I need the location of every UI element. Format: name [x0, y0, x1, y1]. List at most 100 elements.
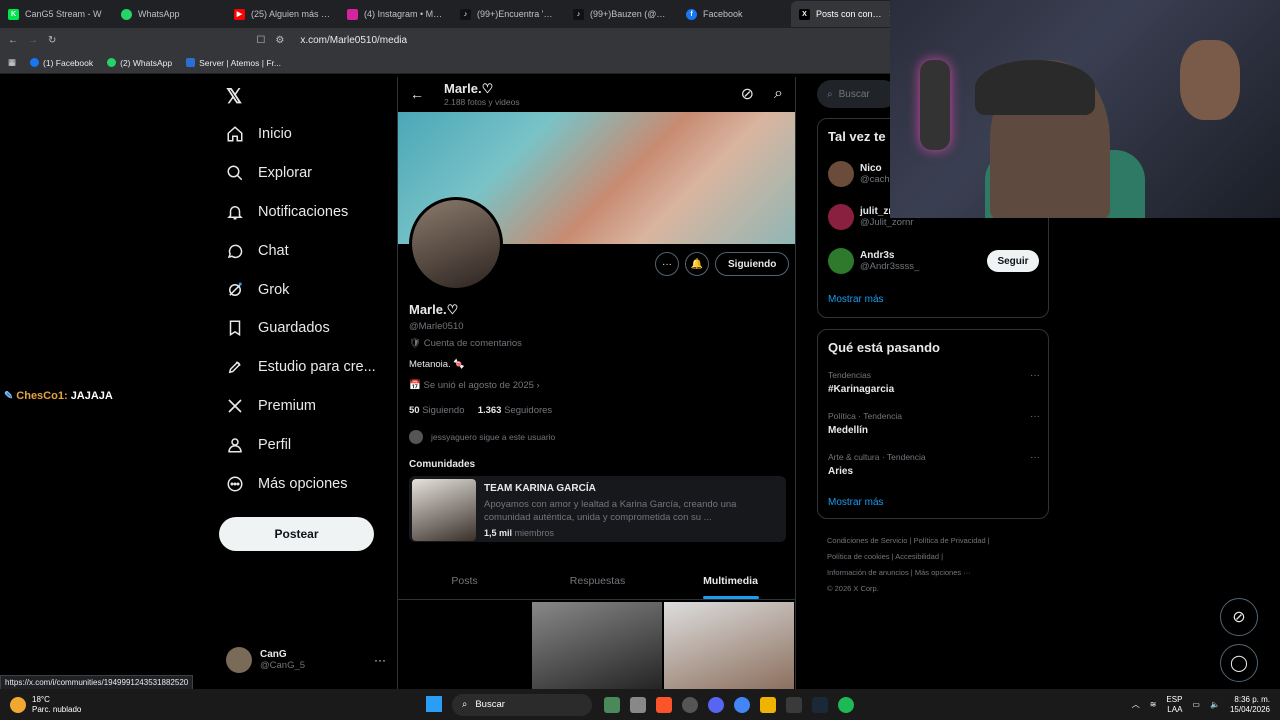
x-logo-icon: X [799, 8, 810, 20]
browser-tab[interactable]: ♪ (99+)Bauzen (@00_l [565, 1, 678, 27]
search-input[interactable]: ⌕ Buscar [817, 80, 897, 108]
whatsapp-icon [107, 58, 117, 67]
browser-tab[interactable]: ♪ (99+)Encuentra 'cang' [452, 1, 565, 27]
github-icon[interactable] [682, 696, 698, 713]
footer-link[interactable]: Información de anuncios [827, 568, 909, 577]
media-thumbnail[interactable] [532, 602, 662, 689]
media-thumbnail[interactable] [664, 602, 794, 689]
footer-link[interactable]: Condiciones de Servicio [827, 536, 907, 545]
trends-box: Qué está pasando Tendencias #Karinagarcia… [817, 329, 1049, 519]
following-button[interactable]: Siguiendo [715, 252, 790, 276]
profile-tabs: Posts Respuestas Multimedia [398, 564, 795, 600]
reload-icon[interactable]: ↻ [48, 35, 56, 46]
sidebar-item-perfil[interactable]: Perfil [218, 425, 388, 464]
taskbar-apps [604, 696, 854, 713]
app-icon[interactable] [786, 696, 802, 713]
sidebar-item-grok[interactable]: Grok [218, 270, 388, 309]
join-date[interactable]: 📅 Se unió el agosto de 2025 › [409, 380, 789, 391]
wifi-icon[interactable]: ≋ [1150, 700, 1157, 710]
sidebar-item-mas-opciones[interactable]: Más opciones [218, 464, 388, 503]
grok-fab[interactable]: ⊘ [1220, 598, 1258, 636]
footer-link[interactable]: Más opciones ··· [915, 568, 971, 577]
browser-tab[interactable]: WhatsApp [113, 1, 226, 27]
account-switcher[interactable]: CanG @CanG_5 ··· [226, 644, 386, 676]
browser-tab[interactable]: f Facebook [678, 1, 791, 27]
browser-tab[interactable]: K CanG5 Stream - W [0, 1, 113, 27]
show-more-link[interactable]: Mostrar más [828, 497, 884, 508]
sidebar-item-notificaciones[interactable]: Notificaciones [218, 193, 388, 232]
more-icon[interactable]: ··· [374, 653, 386, 667]
shield-icon: 🛡 [409, 338, 422, 349]
bookmark-whatsapp[interactable]: (2) WhatsApp [107, 58, 172, 68]
trends-title: Qué está pasando [828, 340, 940, 355]
browser-tab-active[interactable]: XPosts con conten✕ [791, 1, 904, 27]
windows-taskbar: 18°C Parc. nublado ⌕ Buscar ︿ ≋ ESP LAA ▭ 🔈… [0, 689, 1280, 720]
trend-item[interactable]: Tendencias #Karinagarcia ··· [828, 370, 1040, 395]
clock[interactable]: 8:36 p. m. 15/04/2026 [1230, 695, 1270, 715]
bookmark-aternos[interactable]: Server | Atemos | Fr... [186, 58, 281, 68]
more-icon[interactable]: ··· [1030, 411, 1040, 422]
bookmark-facebook[interactable]: (1) Facebook [30, 58, 93, 68]
back-icon[interactable]: ← [8, 35, 18, 46]
search-icon[interactable]: ⌕ [774, 85, 783, 103]
follow-button[interactable]: Seguir [987, 250, 1039, 272]
trend-item[interactable]: Política · Tendencia Medellín ··· [828, 411, 1040, 436]
back-arrow-icon[interactable]: ← [410, 86, 424, 102]
footer-link[interactable]: Política de Privacidad [914, 536, 986, 545]
followers-link[interactable]: 1.363 Seguidores [478, 405, 552, 416]
weather-widget[interactable]: 18°C Parc. nublado [0, 695, 260, 715]
sidebar-item-chat[interactable]: Chat [218, 231, 388, 270]
show-more-link[interactable]: Mostrar más [828, 294, 884, 305]
grok-icon[interactable]: ⊘ [741, 84, 754, 104]
language-indicator[interactable]: ESP LAA [1166, 695, 1182, 715]
spotify-icon[interactable] [838, 696, 854, 713]
following-link[interactable]: 50 Siguiendo [409, 405, 464, 416]
taskbar-search[interactable]: ⌕ Buscar [452, 693, 592, 716]
more-icon[interactable]: ··· [1030, 370, 1040, 381]
x-logo-icon[interactable]: 𝕏 [226, 84, 242, 109]
task-view-icon[interactable] [630, 696, 646, 713]
url-field[interactable]: x.com/Marle0510/media [300, 35, 407, 46]
status-bar-url: https://x.com/i/communities/194999124353… [0, 675, 194, 690]
brave-icon[interactable] [656, 696, 672, 713]
site-info-icon[interactable]: ⚙ [275, 35, 284, 46]
browser-tab[interactable]: ▶ (25) Alguien más - An [226, 1, 339, 27]
folder-icon[interactable] [760, 696, 776, 713]
sidebar-item-inicio[interactable]: Inicio [218, 115, 388, 154]
widget-icon[interactable] [604, 696, 620, 713]
windows-start-icon[interactable] [426, 696, 442, 712]
tab-multimedia[interactable]: Multimedia [664, 564, 795, 599]
network-icon[interactable]: ▭ [1192, 700, 1200, 710]
followed-by[interactable]: jessyaguero sigue a este usuario [409, 430, 789, 444]
volume-icon[interactable]: 🔈 [1210, 700, 1220, 710]
post-button[interactable]: Postear [219, 517, 374, 551]
suggestion-item[interactable]: Andr3s @Andr3ssss_ [828, 248, 919, 274]
footer-link[interactable]: Política de cookies [827, 552, 890, 561]
chat-fab[interactable]: ◯ [1220, 644, 1258, 682]
sidebar-item-premium[interactable]: Premium [218, 387, 388, 426]
search-icon: ⌕ [827, 88, 833, 100]
facebook-icon: f [686, 8, 697, 20]
tab-respuestas[interactable]: Respuestas [531, 564, 664, 599]
steam-icon[interactable] [812, 696, 828, 713]
sidebar-item-explorar[interactable]: Explorar [218, 154, 388, 193]
sidebar-item-guardados[interactable]: Guardados [218, 309, 388, 348]
community-card[interactable]: TEAM KARINA GARCÍA Apoyamos con amor y l… [409, 476, 786, 542]
suggestion-item[interactable]: Nico @cach [828, 161, 890, 187]
more-icon[interactable]: ··· [1030, 452, 1040, 463]
browser-tab[interactable]: (4) Instagram • Mensa [339, 1, 452, 27]
chrome-icon[interactable] [734, 696, 750, 713]
discord-icon[interactable] [708, 696, 724, 713]
forward-icon[interactable]: → [28, 35, 38, 46]
tab-posts[interactable]: Posts [398, 564, 531, 599]
profile-avatar[interactable] [409, 197, 503, 291]
more-options-button[interactable]: ··· [655, 252, 679, 276]
bookmark-icon[interactable]: ☐ [256, 35, 265, 46]
footer-link[interactable]: Accesibilidad [895, 552, 939, 561]
avatar [409, 430, 423, 444]
apps-icon[interactable]: ▦ [8, 57, 16, 68]
notify-button[interactable]: 🔔 [685, 252, 709, 276]
sidebar-item-estudio[interactable]: Estudio para cre... [218, 348, 388, 387]
trend-item[interactable]: Arte & cultura · Tendencia Aries ··· [828, 452, 1040, 477]
chevron-up-icon[interactable]: ︿ [1132, 700, 1140, 710]
